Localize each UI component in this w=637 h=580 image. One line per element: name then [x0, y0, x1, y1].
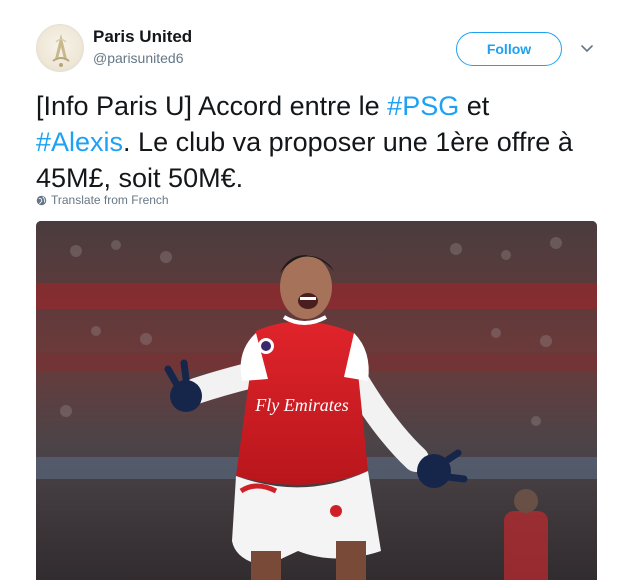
more-options-caret[interactable]	[578, 40, 596, 58]
tweet-card: Paris United @parisunited6 Follow [Info …	[0, 0, 637, 580]
avatar[interactable]	[36, 24, 84, 72]
avatar-logo-icon	[52, 34, 70, 67]
tweet-text-part: [Info Paris U] Accord entre le	[36, 91, 388, 121]
hashtag-link[interactable]: #Alexis	[36, 127, 123, 157]
tweet-text: [Info Paris U] Accord entre le #PSG et #…	[36, 88, 611, 196]
hashtag-link[interactable]: #PSG	[387, 91, 459, 121]
chevron-down-icon	[581, 45, 593, 52]
tweet-text-part: et	[459, 91, 490, 121]
translate-label: Translate from French	[51, 193, 169, 207]
translate-link[interactable]: Translate from French	[36, 193, 169, 207]
shirt-sponsor-text: Fly Emirates	[254, 395, 348, 415]
photo-image: Fly Emirates	[36, 221, 597, 580]
display-name[interactable]: Paris United	[93, 27, 192, 47]
tweet-photo[interactable]: Fly Emirates	[36, 221, 597, 580]
globe-icon	[36, 195, 47, 205]
follow-button[interactable]: Follow	[456, 32, 562, 66]
user-handle[interactable]: @parisunited6	[93, 50, 184, 66]
